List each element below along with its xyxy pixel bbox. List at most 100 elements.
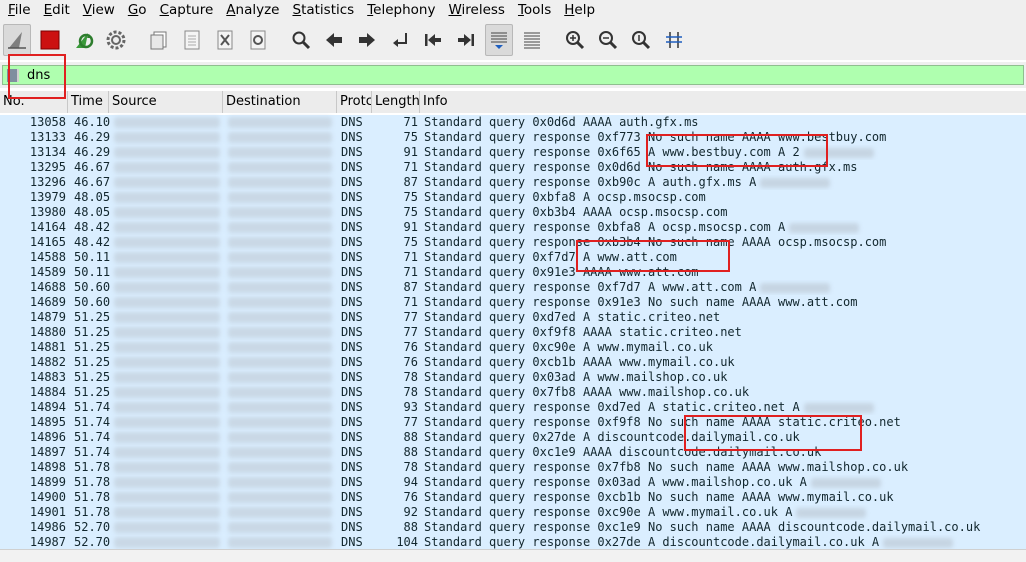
redacted-source-address (114, 402, 220, 413)
packet-row[interactable]: 13295 46.67 DNS 71 Standard query response 0… (0, 160, 1026, 175)
zoom-normal-button[interactable] (627, 26, 655, 54)
packet-row[interactable]: 13979 48.05 DNS 75 Standard query 0xbfa8 A o… (0, 190, 1026, 205)
packet-row[interactable]: 14164 48.42 DNS 91 Standard query response 0… (0, 220, 1026, 235)
open-file-button[interactable] (145, 26, 173, 54)
packet-row[interactable]: 14589 50.11 DNS 71 Standard query 0x91e3 AAA… (0, 265, 1026, 280)
packet-row[interactable]: 14880 51.25 DNS 77 Standard query 0xf9f8 AAA… (0, 325, 1026, 340)
packet-row[interactable]: 14884 51.25 DNS 78 Standard query 0x7fb8 AAA… (0, 385, 1026, 400)
packet-time: 51.74 (74, 430, 110, 444)
reload-file-button[interactable] (244, 26, 272, 54)
packet-row[interactable]: 14899 51.78 DNS 94 Standard query response 0… (0, 475, 1026, 490)
status-strip (0, 549, 1026, 562)
packet-protocol: DNS (341, 325, 363, 339)
last-packet-button[interactable] (452, 26, 480, 54)
packet-info-text: Standard query response 0xd7ed A static.… (424, 400, 800, 414)
packet-row[interactable]: 14689 50.60 DNS 71 Standard query response 0… (0, 295, 1026, 310)
redacted-source-address (114, 432, 220, 443)
packet-row[interactable]: 13133 46.29 DNS 75 Standard query response 0… (0, 130, 1026, 145)
packet-list[interactable]: 13058 46.10 DNS 71 Standard query 0x0d6d AAA… (0, 113, 1026, 550)
packet-length: 87 (403, 280, 418, 294)
packet-row[interactable]: 14883 51.25 DNS 78 Standard query 0x03ad A w… (0, 370, 1026, 385)
save-file-button[interactable] (178, 26, 206, 54)
redacted-source-address (114, 522, 220, 533)
menu-analyze[interactable]: Analyze (218, 0, 284, 20)
packet-row[interactable]: 14900 51.78 DNS 76 Standard query response 0… (0, 490, 1026, 505)
packet-row[interactable]: 14897 51.74 DNS 88 Standard query 0xc1e9 AAA… (0, 445, 1026, 460)
menu-statistics[interactable]: Statistics (284, 0, 359, 20)
column-header-time[interactable]: Time (68, 91, 109, 113)
filter-bookmark-icon[interactable] (7, 69, 19, 82)
zoom-out-button[interactable] (594, 26, 622, 54)
menu-edit[interactable]: Edit (36, 0, 75, 20)
autoscroll-button[interactable] (484, 24, 513, 56)
column-header-destination[interactable]: Destination (223, 91, 337, 113)
packet-number: 14986 (29, 520, 66, 534)
menu-capture[interactable]: Capture (152, 0, 219, 20)
packet-row[interactable]: 14894 51.74 DNS 93 Standard query response 0… (0, 400, 1026, 415)
column-header-source[interactable]: Source (109, 91, 223, 113)
redacted-source-address (114, 282, 220, 293)
packet-row[interactable]: 14895 51.74 DNS 77 Standard query response 0… (0, 415, 1026, 430)
display-filter-input[interactable]: dns (2, 65, 1024, 85)
packet-number: 14689 (29, 295, 66, 309)
capture-options-gear-icon (106, 30, 125, 50)
first-packet-button[interactable] (419, 26, 447, 54)
packet-row[interactable]: 13134 46.29 DNS 91 Standard query response 0… (0, 145, 1026, 160)
packet-time: 51.78 (74, 475, 110, 489)
packet-row[interactable]: 13980 48.05 DNS 75 Standard query 0xb3b4 AAA… (0, 205, 1026, 220)
packet-number: 14897 (29, 445, 66, 459)
packet-row[interactable]: 14688 50.60 DNS 87 Standard query response 0… (0, 280, 1026, 295)
packet-row[interactable]: 13296 46.67 DNS 87 Standard query response 0… (0, 175, 1026, 190)
menu-file[interactable]: File (0, 0, 36, 20)
close-file-button[interactable] (211, 26, 239, 54)
packet-row[interactable]: 14986 52.70 DNS 88 Standard query response 0… (0, 520, 1026, 535)
redacted-destination-address (228, 537, 332, 548)
redacted-source-address (114, 162, 220, 173)
display-filter-bar: dns (0, 62, 1026, 88)
resize-columns-button[interactable] (660, 26, 688, 54)
packet-row[interactable]: 14898 51.78 DNS 78 Standard query response 0… (0, 460, 1026, 475)
start-capture-button[interactable] (2, 24, 31, 56)
packet-info-text: Standard query 0x91e3 AAAA www.att.com (424, 265, 699, 279)
column-header-protocol[interactable]: Protc (337, 91, 372, 113)
find-packet-button[interactable] (287, 26, 315, 54)
column-header-info[interactable]: Info (420, 91, 1026, 113)
menu-tools[interactable]: Tools (510, 0, 556, 20)
packet-row[interactable]: 14882 51.25 DNS 76 Standard query 0xcb1b AAA… (0, 355, 1026, 370)
packet-length: 93 (403, 400, 418, 414)
packet-protocol: DNS (341, 145, 363, 159)
packet-length: 88 (403, 520, 418, 534)
packet-row[interactable]: 14879 51.25 DNS 77 Standard query 0xd7ed A s… (0, 310, 1026, 325)
packet-time: 52.70 (74, 520, 110, 534)
colorize-button[interactable] (518, 26, 546, 54)
packet-row[interactable]: 14896 51.74 DNS 88 Standard query 0x27de A d… (0, 430, 1026, 445)
packet-info-text: Standard query 0xb3b4 AAAA ocsp.msocsp.c… (424, 205, 728, 219)
packet-info-text: Standard query response 0xc1e9 No such n… (424, 520, 981, 534)
packet-row[interactable]: 14901 51.78 DNS 92 Standard query response 0… (0, 505, 1026, 520)
go-forward-button[interactable] (353, 26, 381, 54)
zoom-in-button[interactable] (561, 26, 589, 54)
column-header-no[interactable]: No. (0, 91, 68, 113)
menu-telephony[interactable]: Telephony (359, 0, 440, 20)
packet-length: 104 (396, 535, 418, 549)
go-back-button[interactable] (320, 26, 348, 54)
restart-capture-button[interactable] (69, 26, 97, 54)
packet-row[interactable]: 14165 48.42 DNS 75 Standard query response 0… (0, 235, 1026, 250)
menu-help[interactable]: Help (556, 0, 600, 20)
packet-row[interactable]: 14987 52.70 DNS 104 Standard query response … (0, 535, 1026, 550)
capture-options-button[interactable] (102, 26, 130, 54)
menu-wireless[interactable]: Wireless (440, 0, 510, 20)
packet-number: 14588 (29, 250, 66, 264)
stop-capture-button[interactable] (36, 26, 64, 54)
packet-row[interactable]: 13058 46.10 DNS 71 Standard query 0x0d6d AAA… (0, 115, 1026, 130)
menu-view[interactable]: View (75, 0, 120, 20)
packet-length: 78 (403, 370, 418, 384)
packet-info: Standard query 0x7fb8 AAAA www.mailshop.… (424, 385, 1026, 400)
packet-row[interactable]: 14588 50.11 DNS 71 Standard query 0xf7d7 A w… (0, 250, 1026, 265)
packet-number: 14896 (29, 430, 66, 444)
column-header-length[interactable]: Length (372, 91, 420, 113)
go-to-packet-button[interactable] (386, 26, 414, 54)
packet-info: Standard query 0x0d6d AAAA auth.gfx.ms (424, 115, 1026, 130)
menu-go[interactable]: Go (120, 0, 152, 20)
packet-row[interactable]: 14881 51.25 DNS 76 Standard query 0xc90e A w… (0, 340, 1026, 355)
